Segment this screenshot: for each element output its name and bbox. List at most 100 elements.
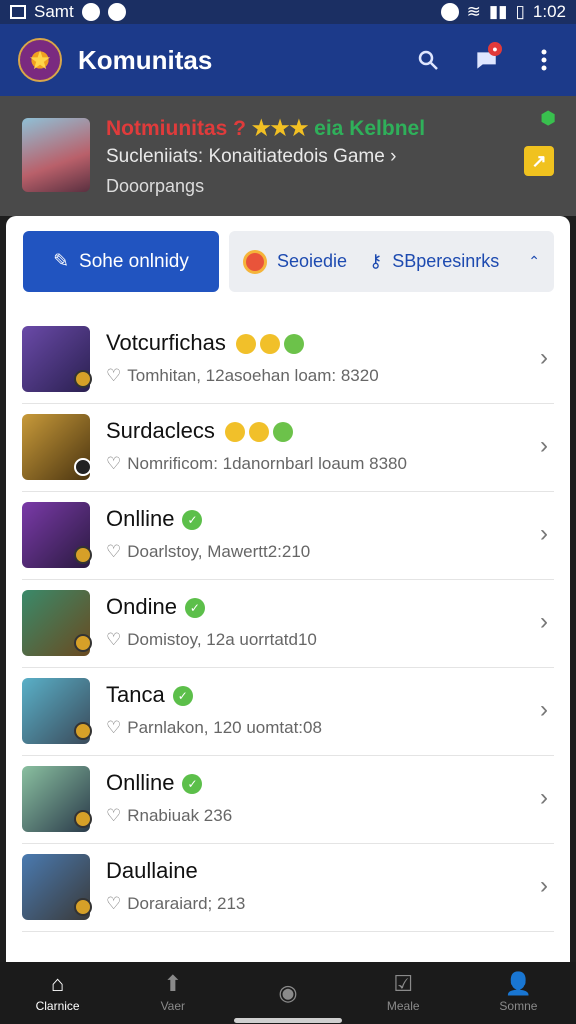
gallery-icon	[10, 5, 26, 19]
banner-subtitle: Sucleniiats: Konaitiatedois Game ›	[106, 146, 397, 167]
online-check-icon: ✓	[182, 774, 203, 795]
nav-fourth-label: Meale	[386, 999, 420, 1013]
search-icon	[418, 50, 438, 70]
edit-icon: ✎	[53, 251, 70, 272]
item-meta: ♡ Doarlstoy, Mawertt2:210	[106, 542, 311, 561]
wifi-icon: ≋	[466, 2, 481, 21]
more-vertical-icon	[541, 49, 547, 71]
heart-icon: ♡	[106, 542, 122, 561]
rating-stars: ★★★	[251, 117, 309, 140]
list-item[interactable]: Onlline ✓ ♡ Rnabiuak 236 ›	[22, 756, 554, 844]
list-item[interactable]: Surdaclecs ♡ Nomrificom: 1danornbarl loau…	[22, 404, 554, 492]
filter-primary-label: Sohe onlnidy	[79, 250, 189, 272]
chevron-right-icon: ›	[540, 344, 548, 371]
item-meta: ♡ Rnabiuak 236	[106, 806, 233, 825]
item-name: Votcurfichas	[106, 330, 304, 356]
chevron-right-icon: ›	[540, 696, 548, 723]
item-name: Ondine ✓	[106, 594, 205, 620]
notification-badge: ●	[488, 42, 502, 56]
banner-title-main: Notmiunitas ?	[106, 117, 246, 140]
carrier-label: Samt	[34, 2, 74, 21]
heart-icon: ♡	[106, 630, 122, 649]
chevron-right-icon: ›	[540, 520, 548, 547]
online-check-icon: ✓	[182, 510, 203, 531]
nav-second-label: Vaer	[160, 999, 186, 1013]
up-arrow-icon: ⬆	[163, 971, 183, 996]
banner-thumbnail	[22, 118, 90, 192]
chevron-right-icon: ›	[540, 608, 548, 635]
coin-badge-icon	[74, 458, 92, 476]
signal-icon: ▮▮	[488, 2, 508, 21]
item-meta: ♡ Doraraiard; 213	[106, 894, 246, 913]
nav-game[interactable]: ◉	[230, 962, 345, 1024]
list-item[interactable]: Tanca ✓ ♡ Parnlakon, 120 uomtat:08 ›	[22, 668, 554, 756]
bottom-navigation: ⌂ Clarnice ⬆ Vaer ◉ ☑ Meale 👤 Somne	[0, 962, 576, 1024]
list-item[interactable]: Onlline ✓ ♡ Doarlstoy, Mawertt2:210 ›	[22, 492, 554, 580]
online-check-icon: ✓	[172, 686, 193, 707]
battery-icon: ▯	[515, 2, 525, 21]
item-meta: ♡ Tomhitan, 12asoehan loam: 8320	[106, 366, 379, 385]
list-item[interactable]: Daullaine ♡ Doraraiard; 213 ›	[22, 844, 554, 932]
chevron-right-icon: ›	[540, 432, 548, 459]
filter-secondary-button[interactable]: Seoiedie ⚷ SBperesinrks ⌃	[229, 231, 554, 292]
filter-secondary-label-2: SBperesinrks	[392, 251, 500, 271]
nav-profile[interactable]: 👤 Somne	[461, 962, 576, 1024]
coin-badge-icon	[74, 634, 92, 652]
content-sheet: ✎ Sohe onlnidy Seoiedie ⚷ SBperesinrks ⌃…	[6, 216, 570, 962]
more-options-button[interactable]	[530, 46, 558, 74]
coin-badge-icon	[74, 722, 92, 740]
app-logo[interactable]: ★	[18, 38, 62, 82]
item-name: Onlline ✓	[106, 506, 203, 532]
item-name: Tanca ✓	[106, 682, 193, 708]
home-icon: ⌂	[50, 971, 65, 996]
chevron-right-icon: ›	[540, 784, 548, 811]
page-title: Komunitas	[78, 44, 213, 75]
heart-icon: ♡	[106, 366, 122, 385]
filter-primary-button[interactable]: ✎ Sohe onlnidy	[23, 231, 219, 292]
heart-icon: ♡	[106, 806, 122, 825]
app-bar: ★ Komunitas ●	[0, 24, 576, 96]
nav-home[interactable]: ⌂ Clarnice	[0, 962, 115, 1024]
item-name: Onlline ✓	[106, 770, 203, 796]
coin-badge-icon	[74, 898, 92, 916]
key-icon: ⚷	[369, 251, 383, 271]
search-button[interactable]	[414, 46, 442, 74]
list-item[interactable]: Ondine ✓ ♡ Domistoy, 12a uorrtatd10 ›	[22, 580, 554, 668]
banner-title: Notmiunitas ? ★★★ eia Kelbnel	[106, 116, 425, 141]
clock: 1:02	[532, 2, 566, 21]
heart-icon: ♡	[106, 454, 122, 473]
chevron-down-icon: ⌃	[528, 253, 540, 269]
featured-banner[interactable]: Notmiunitas ? ★★★ eia Kelbnel Sucleniiat…	[0, 96, 576, 216]
nav-second[interactable]: ⬆ Vaer	[115, 962, 230, 1024]
item-meta: ♡ Parnlakon, 120 uomtat:08	[106, 718, 322, 737]
coin-badge-icon	[74, 810, 92, 828]
heart-icon: ♡	[106, 718, 122, 737]
app-notification-icon	[81, 3, 100, 21]
android-icon: ⬢	[540, 108, 556, 128]
item-meta: ♡ Nomrificom: 1danornbarl loaum 8380	[106, 454, 407, 473]
profile-icon: 👤	[504, 971, 533, 996]
heart-icon: ♡	[106, 894, 122, 913]
notifications-button[interactable]: ●	[472, 42, 502, 74]
home-indicator	[234, 1018, 342, 1023]
nav-fourth[interactable]: ☑ Meale	[346, 962, 461, 1024]
emoji-icon	[243, 249, 267, 274]
status-bar: Samt ≋ ▮▮ ▯ 1:02	[0, 0, 576, 24]
expand-icon[interactable]: ↗	[524, 146, 554, 176]
online-check-icon: ✓	[184, 598, 205, 619]
filter-secondary-label-1: Seoiedie	[277, 251, 348, 271]
list-item[interactable]: Votcurfichas ♡ Tomhitan, 12asoehan loam: …	[22, 316, 554, 404]
game-icon: ◉	[278, 980, 298, 1005]
coin-badge-icon	[74, 546, 92, 564]
app-notification-icon-2	[107, 3, 126, 21]
chevron-right-icon: ›	[540, 872, 548, 899]
check-icon: ☑	[393, 971, 414, 996]
item-name: Surdaclecs	[106, 418, 293, 444]
banner-subtitle-2: Dooorpangs	[106, 176, 205, 196]
community-list: Votcurfichas ♡ Tomhitan, 12asoehan loam: …	[6, 316, 570, 932]
coin-badge-icon	[74, 370, 92, 388]
item-meta: ♡ Domistoy, 12a uorrtatd10	[106, 630, 317, 649]
alarm-icon	[440, 3, 459, 21]
nav-home-label: Clarnice	[35, 999, 80, 1013]
banner-title-tail: eia Kelbnel	[314, 117, 426, 140]
